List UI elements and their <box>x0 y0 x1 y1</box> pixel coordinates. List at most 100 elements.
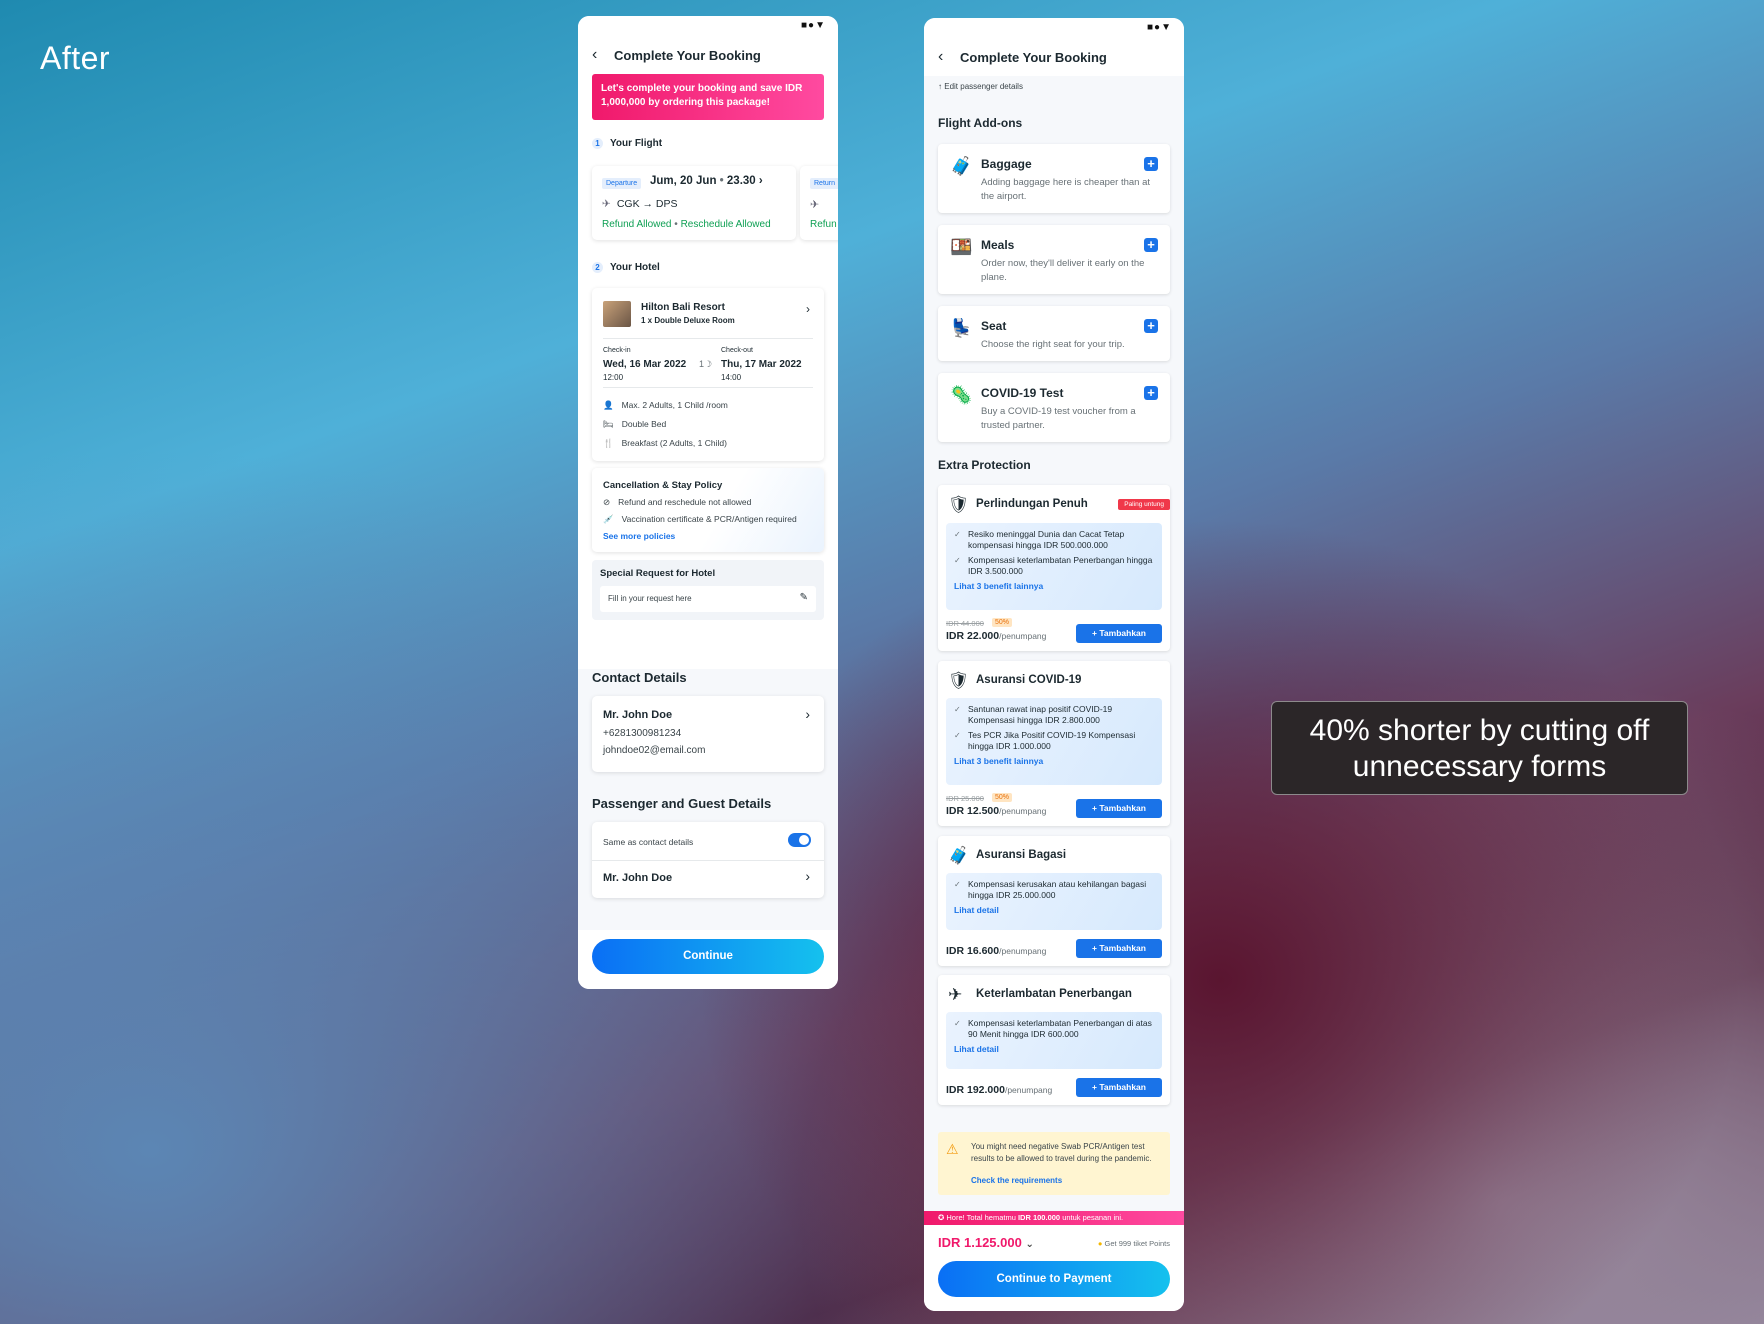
arrow-up-icon: ↑ <box>938 82 942 91</box>
savings-banner: ✪ Hore! Total hematmu IDR 100.000 untuk … <box>924 1211 1184 1225</box>
see-benefits-link[interactable]: Lihat 3 benefit lainnya <box>954 581 1154 592</box>
hotel-thumbnail <box>603 301 631 327</box>
addon-title: Seat <box>981 319 1007 333</box>
status-icons: ■●▼ <box>801 20 826 31</box>
protection-title: Asuransi Bagasi <box>976 849 1067 861</box>
contact-phone: +6281300981234 <box>603 728 682 739</box>
after-label: After <box>40 40 111 76</box>
flight-card-departure[interactable]: Departure Jum, 20 Jun • 23.30 › ✈ CGK → D… <box>592 166 796 240</box>
section-number: 2 <box>592 261 603 273</box>
airline-logo-icon: ✈ <box>602 198 611 210</box>
departure-badge: Departure <box>602 178 642 189</box>
add-protection-button[interactable]: + Tambahkan <box>1076 624 1162 643</box>
contact-details-title: Contact Details <box>592 670 687 685</box>
addon-covid-test[interactable]: 🦠 COVID-19 Test Buy a COVID-19 test vouc… <box>938 373 1170 442</box>
special-request-box: Special Request for Hotel Fill in your r… <box>592 560 824 620</box>
policy-item-refund: ⊘ Refund and reschedule not allowed <box>603 497 751 508</box>
policy-text: Refund and reschedule not allowed <box>618 497 752 507</box>
chevron-down-icon: ⌄ <box>1025 1239 1034 1250</box>
baggage-icon: 🧳 <box>950 156 973 176</box>
return-badge: Return <box>810 178 838 189</box>
price-unit: /penumpang <box>1004 1085 1053 1095</box>
header: ‹ Complete Your Booking <box>578 36 838 74</box>
add-protection-button[interactable]: + Tambahkan <box>1076 939 1162 958</box>
extra-protection-title: Extra Protection <box>938 458 1031 472</box>
add-protection-button[interactable]: + Tambahkan <box>1076 1078 1162 1097</box>
protection-baggage: 🧳 Asuransi Bagasi Kompensasi kerusakan a… <box>938 836 1170 966</box>
flight-policies: Refund Allowed • Reschedule Allowed <box>602 219 771 230</box>
section-number: 1 <box>592 137 603 149</box>
status-bar: ■●▼ <box>578 16 838 36</box>
benefit-box: Santunan rawat inap positif COVID-19 Kom… <box>946 698 1162 785</box>
see-more-policies-link[interactable]: See more policies <box>603 531 675 541</box>
continue-to-payment-button[interactable]: Continue to Payment <box>938 1261 1170 1297</box>
hotel-card[interactable]: Hilton Bali Resort 1 x Double Deluxe Roo… <box>592 288 824 461</box>
see-benefits-link[interactable]: Lihat 3 benefit lainnya <box>954 756 1154 767</box>
refund-allowed: Refund Allowed <box>602 219 672 230</box>
policy-item-vaccine: 💉 Vaccination certificate & PCR/Antigen r… <box>603 514 797 525</box>
protection-title: Keterlambatan Penerbangan <box>976 988 1132 1000</box>
warning-icon: ⚠ <box>946 1141 959 1157</box>
addon-baggage[interactable]: 🧳 Baggage Adding baggage here is cheaper… <box>938 144 1170 213</box>
addon-seat[interactable]: 💺 Seat Choose the right seat for your tr… <box>938 306 1170 361</box>
header: ‹ Complete Your Booking <box>924 38 1184 76</box>
flight-time: 23.30 <box>726 175 756 187</box>
divider <box>603 338 813 339</box>
same-as-contact-toggle[interactable] <box>788 833 811 847</box>
no-refund-icon: ⊘ <box>603 497 611 507</box>
add-meals-button[interactable]: + <box>1144 238 1158 252</box>
add-baggage-button[interactable]: + <box>1144 157 1158 171</box>
protection-title: Perlindungan Penuh <box>976 498 1088 510</box>
flight-card-return[interactable]: Return ✈ Refun <box>800 166 838 240</box>
add-covid-test-button[interactable]: + <box>1144 386 1158 400</box>
discount-badge: 50% <box>992 793 1013 802</box>
protection-covid: 🛡 Asuransi COVID-19 Santunan rawat inap … <box>938 661 1170 826</box>
protection-price: IDR 12.500/penumpang <box>946 805 1046 817</box>
edit-passenger-link[interactable]: ↑ Edit passenger details <box>938 82 1023 91</box>
flight-date: Jum, 20 Jun • 23.30 › <box>650 175 763 187</box>
breakfast-text: Breakfast (2 Adults, 1 Child) <box>621 438 727 448</box>
plane-delay-icon: ✈ <box>948 985 963 1004</box>
contact-card[interactable]: Mr. John Doe +6281300981234 johndoe02@em… <box>592 696 824 772</box>
savings-text-end: untuk pesanan ini. <box>1062 1213 1124 1222</box>
check-requirements-link[interactable]: Check the requirements <box>971 1176 1062 1185</box>
original-price: IDR 44.000 <box>946 619 984 628</box>
contact-name: Mr. John Doe <box>603 709 673 721</box>
benefit-box: Resiko meninggal Dunia dan Cacat Tetap k… <box>946 523 1162 610</box>
flight-date-text: Jum, 20 Jun <box>650 175 717 187</box>
savings-amount: IDR 100.000 <box>1017 1213 1061 1222</box>
shield-virus-icon: 🛡 <box>948 671 970 690</box>
see-detail-link[interactable]: Lihat detail <box>954 1044 1154 1055</box>
meals-icon: 🍱 <box>950 237 973 257</box>
chevron-right-icon: › <box>806 302 810 316</box>
coin-icon: ● <box>1097 1239 1103 1248</box>
back-arrow-icon[interactable]: ‹ <box>938 48 960 66</box>
checkin-date: Wed, 16 Mar 2022 <box>603 359 687 370</box>
addon-meals[interactable]: 🍱 Meals Order now, they'll deliver it ea… <box>938 225 1170 294</box>
bottom-bar: Continue <box>578 930 838 989</box>
chevron-right-icon: › <box>805 868 810 884</box>
passenger-card: Same as contact details Mr. John Doe › <box>592 822 824 898</box>
continue-button[interactable]: Continue <box>592 939 824 974</box>
promo-banner: Let's complete your booking and save IDR… <box>592 74 824 120</box>
benefit-item: Resiko meninggal Dunia dan Cacat Tetap k… <box>954 529 1154 551</box>
total-price[interactable]: IDR 1.125.000 ⌄ <box>938 1235 1034 1250</box>
passenger-name[interactable]: Mr. John Doe <box>603 872 672 884</box>
section-title: Your Flight <box>610 137 663 149</box>
page-title: Complete Your Booking <box>614 47 761 63</box>
see-detail-link[interactable]: Lihat detail <box>954 905 1154 916</box>
price-unit: /penumpang <box>999 946 1047 956</box>
benefit-item: Kompensasi keterlambatan Penerbangan hin… <box>954 555 1154 577</box>
divider <box>592 860 824 861</box>
add-protection-button[interactable]: + Tambahkan <box>1076 799 1162 818</box>
price-value: IDR 192.000 <box>946 1084 1005 1096</box>
add-seat-button[interactable]: + <box>1144 319 1158 333</box>
back-arrow-icon[interactable]: ‹ <box>592 46 614 64</box>
protection-title: Asuransi COVID-19 <box>976 674 1082 686</box>
person-icon: 👤 <box>603 400 614 410</box>
special-request-input[interactable]: Fill in your request here ✎ <box>600 586 816 612</box>
checkout-time: 14:00 <box>721 373 742 382</box>
points-info: ● Get 999 tiket Points <box>1098 1239 1170 1248</box>
pencil-icon[interactable]: ✎ <box>800 592 808 603</box>
points-text: Get 999 tiket Points <box>1104 1239 1170 1248</box>
